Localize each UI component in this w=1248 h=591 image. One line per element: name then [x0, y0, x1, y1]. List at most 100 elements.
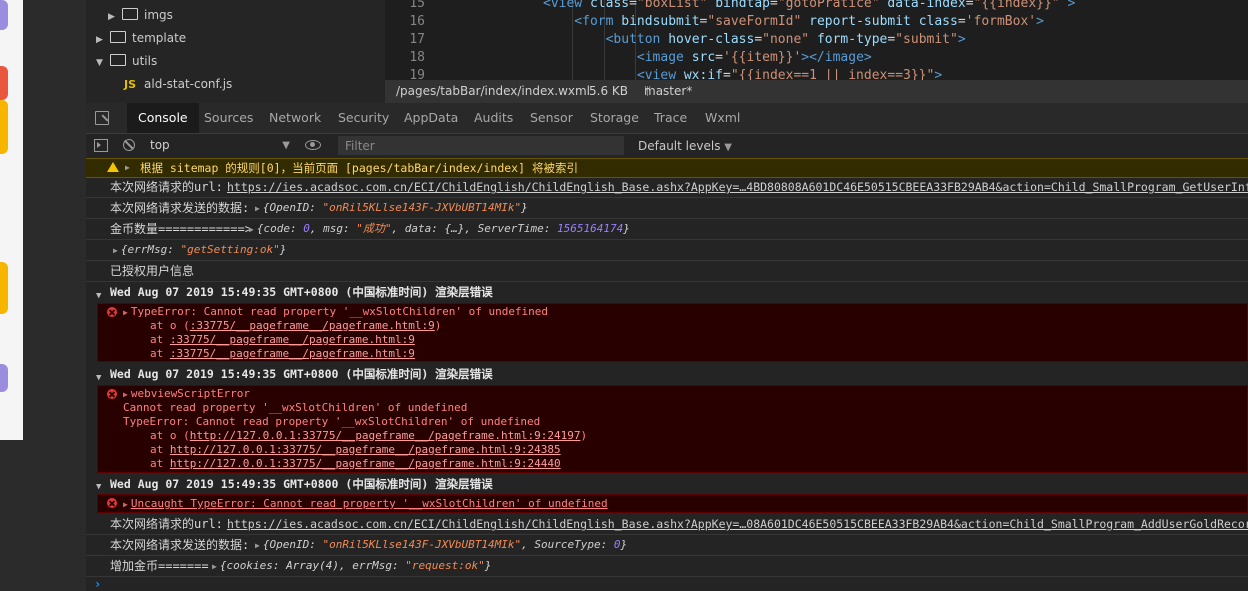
message-text: 已授权用户信息 — [110, 264, 195, 278]
object-preview[interactable]: ▶ {OpenID: "onRil5KLlse143F-JXVbUBT14MIk"… — [255, 535, 627, 555]
tab-storage[interactable]: Storage — [579, 103, 650, 133]
object-preview[interactable]: ▶ {cookies: Array(4), errMsg: "request:ok… — [212, 556, 491, 576]
object-preview[interactable]: ▶ {errMsg: "getSetting:ok"} — [113, 240, 286, 260]
stack-suffix: ) — [434, 319, 442, 332]
group-title: Wed Aug 07 2019 15:49:35 GMT+0800 (中国标准时… — [110, 477, 493, 491]
warning-icon — [107, 162, 119, 172]
group-title: Wed Aug 07 2019 15:49:35 GMT+0800 (中国标准时… — [110, 285, 493, 299]
stack-prefix: at o ( — [150, 429, 190, 442]
expand-arrow-icon[interactable]: ▶ — [123, 500, 128, 509]
console-group-header[interactable]: ▼ Wed Aug 07 2019 15:49:35 GMT+0800 (中国标… — [86, 475, 1248, 493]
stack-link[interactable]: http://127.0.0.1:33775/__pageframe__/pag… — [170, 443, 561, 456]
code-line[interactable]: 17 <button hover-class="none" form-type="… — [385, 31, 965, 49]
tab-console[interactable]: Console — [127, 103, 199, 133]
filter-input[interactable] — [338, 136, 624, 155]
object-key: OpenID — [269, 538, 310, 551]
tab-appdata[interactable]: AppData — [393, 103, 469, 133]
simulator-chip — [0, 100, 8, 154]
object-value: "request:ok" — [405, 559, 485, 572]
tree-item-imgs[interactable]: ▶ imgs — [108, 4, 173, 26]
js-file-icon: JS — [124, 78, 137, 91]
console-message: 已授权用户信息 — [86, 261, 1248, 282]
tree-item-ald-stat-conf[interactable]: JS ald-stat-conf.js — [124, 73, 232, 95]
stack-link[interactable]: :33775/__pageframe__/pageframe.html:9 — [170, 333, 415, 346]
file-tree: ▶ imgs ▶ template ▼ utils JS ald-stat-conf.j… — [86, 0, 385, 103]
stack-link[interactable]: :33775/__pageframe__/pageframe.html:9 — [190, 319, 435, 332]
code-line[interactable]: 18 <image src='{{item}}'></image> — [385, 49, 871, 67]
sidebar-toggle-icon[interactable] — [94, 139, 108, 152]
console-group-header[interactable]: ▼ Wed Aug 07 2019 15:49:35 GMT+0800 (中国标… — [86, 364, 1248, 384]
console-prompt[interactable]: › — [86, 577, 1248, 591]
object-value: "getSetting:ok" — [180, 243, 280, 256]
tab-sensor[interactable]: Sensor — [519, 103, 584, 133]
chevron-down-icon: ▼ — [96, 373, 102, 383]
tab-security[interactable]: Security — [327, 103, 400, 133]
expand-arrow-icon: ▶ — [255, 541, 260, 550]
object-preview[interactable]: ▶ {code: 0, msg: "成功", data: {…}, ServerT… — [249, 219, 630, 239]
code-line[interactable]: 15 <view class="boxList" bindtap="gotoPra… — [385, 0, 1075, 13]
tree-item-template[interactable]: ▶ template — [96, 27, 186, 49]
request-url-link[interactable]: https://ies.acadsoc.com.cn/ECI/ChildEngl… — [227, 177, 1248, 197]
tab-wxml[interactable]: Wxml — [694, 103, 751, 133]
expand-arrow-icon[interactable]: ▶ — [123, 390, 128, 399]
stack-link[interactable]: :33775/__pageframe__/pageframe.html:9 — [170, 347, 415, 360]
console-message: 本次网络请求发送的数据: ▶ {OpenID: "onRil5KLlse143F-… — [86, 535, 1248, 556]
tab-sources[interactable]: Sources — [193, 103, 264, 133]
expand-arrow-icon: ▶ — [249, 225, 254, 234]
console-message: 本次网络请求发送的数据: ▶ {OpenID: "onRil5KLlse143F-… — [86, 198, 1248, 219]
inspect-element-icon[interactable] — [95, 111, 109, 125]
object-value: "成功" — [356, 222, 392, 235]
caret-down-icon: ▼ — [282, 140, 290, 151]
clear-console-icon[interactable] — [123, 139, 135, 151]
object-value: {…} — [444, 222, 465, 235]
line-number: 17 — [409, 32, 425, 47]
expand-arrow-icon[interactable]: ▶ — [125, 159, 130, 177]
group-title: Wed Aug 07 2019 15:49:35 GMT+0800 (中国标准时… — [110, 367, 493, 381]
message-label: 本次网络请求发送的数据: — [110, 201, 250, 215]
message-label: 金币数量============> — [110, 222, 252, 236]
expand-arrow-icon: ▶ — [113, 246, 118, 255]
simulator-panel[interactable] — [0, 0, 23, 440]
eye-icon[interactable] — [305, 140, 321, 150]
line-number: 19 — [409, 68, 425, 80]
tree-item-utils[interactable]: ▼ utils — [96, 50, 157, 72]
code-editor[interactable]: 15 <view class="boxList" bindtap="gotoPra… — [385, 0, 1248, 80]
request-url-link[interactable]: https://ies.acadsoc.com.cn/ECI/ChildEngl… — [227, 514, 1248, 534]
console-log[interactable]: ▶ 根据 sitemap 的规则[0]，当前页面 [pages/tabBar/i… — [86, 158, 1248, 591]
console-message: 本次网络请求的url: https://ies.acadsoc.com.cn/E… — [86, 514, 1248, 535]
simulator-chip — [0, 0, 8, 30]
prompt-caret-icon: › — [94, 577, 102, 591]
folder-open-icon — [110, 54, 126, 66]
log-levels-dropdown[interactable]: Default levels ▼ — [638, 134, 732, 158]
error-message: webviewScriptError — [130, 387, 251, 400]
object-value: "onRil5KLlse143F-JXVbUBT14MIk" — [322, 538, 522, 551]
error-message: Uncaught TypeError: Cannot read property… — [130, 497, 608, 510]
devtools-tab-bar: Console Sources Network Security AppData… — [86, 103, 1248, 134]
code-line[interactable]: 16 <form bindsubmit="saveFormId" report-s… — [385, 13, 1044, 31]
tab-network[interactable]: Network — [258, 103, 332, 133]
object-key: data — [404, 222, 432, 235]
chevron-right-icon: ▶ — [96, 35, 103, 45]
console-group-header[interactable]: ▼ Wed Aug 07 2019 15:49:35 GMT+0800 (中国标… — [86, 282, 1248, 302]
console-error: ▶ Uncaught TypeError: Cannot read propert… — [97, 494, 1248, 513]
object-value: Array(4) — [286, 559, 340, 572]
stack-link[interactable]: http://127.0.0.1:33775/__pageframe__/pag… — [190, 429, 581, 442]
expand-arrow-icon: ▶ — [255, 204, 260, 213]
tree-item-label: ald-stat-conf.js — [144, 77, 233, 91]
expand-arrow-icon[interactable]: ▶ — [123, 308, 128, 317]
context-select[interactable]: top ▼ — [150, 137, 290, 154]
left-strip — [0, 0, 86, 591]
console-message: 增加金币======= ▶ {cookies: Array(4), errMsg:… — [86, 556, 1248, 577]
stack-link[interactable]: http://127.0.0.1:33775/__pageframe__/pag… — [170, 457, 561, 470]
object-preview[interactable]: ▶ {OpenID: "onRil5KLlse143F-JXVbUBT14MIk"… — [255, 198, 528, 218]
error-icon — [107, 307, 117, 317]
line-number: 16 — [409, 14, 425, 29]
console-toolbar: top ▼ Default levels ▼ — [86, 134, 1248, 159]
code-text: <form bindsubmit="saveFormId" report-sub… — [574, 14, 1044, 29]
tab-trace[interactable]: Trace — [643, 103, 698, 133]
tab-audits[interactable]: Audits — [463, 103, 524, 133]
code-line[interactable]: 19 <view wx:if="{{index==1 || index==3}}"… — [385, 67, 942, 80]
stack-prefix: at — [150, 347, 170, 360]
tree-item-label: template — [132, 31, 187, 45]
stack-prefix: at — [150, 443, 170, 456]
